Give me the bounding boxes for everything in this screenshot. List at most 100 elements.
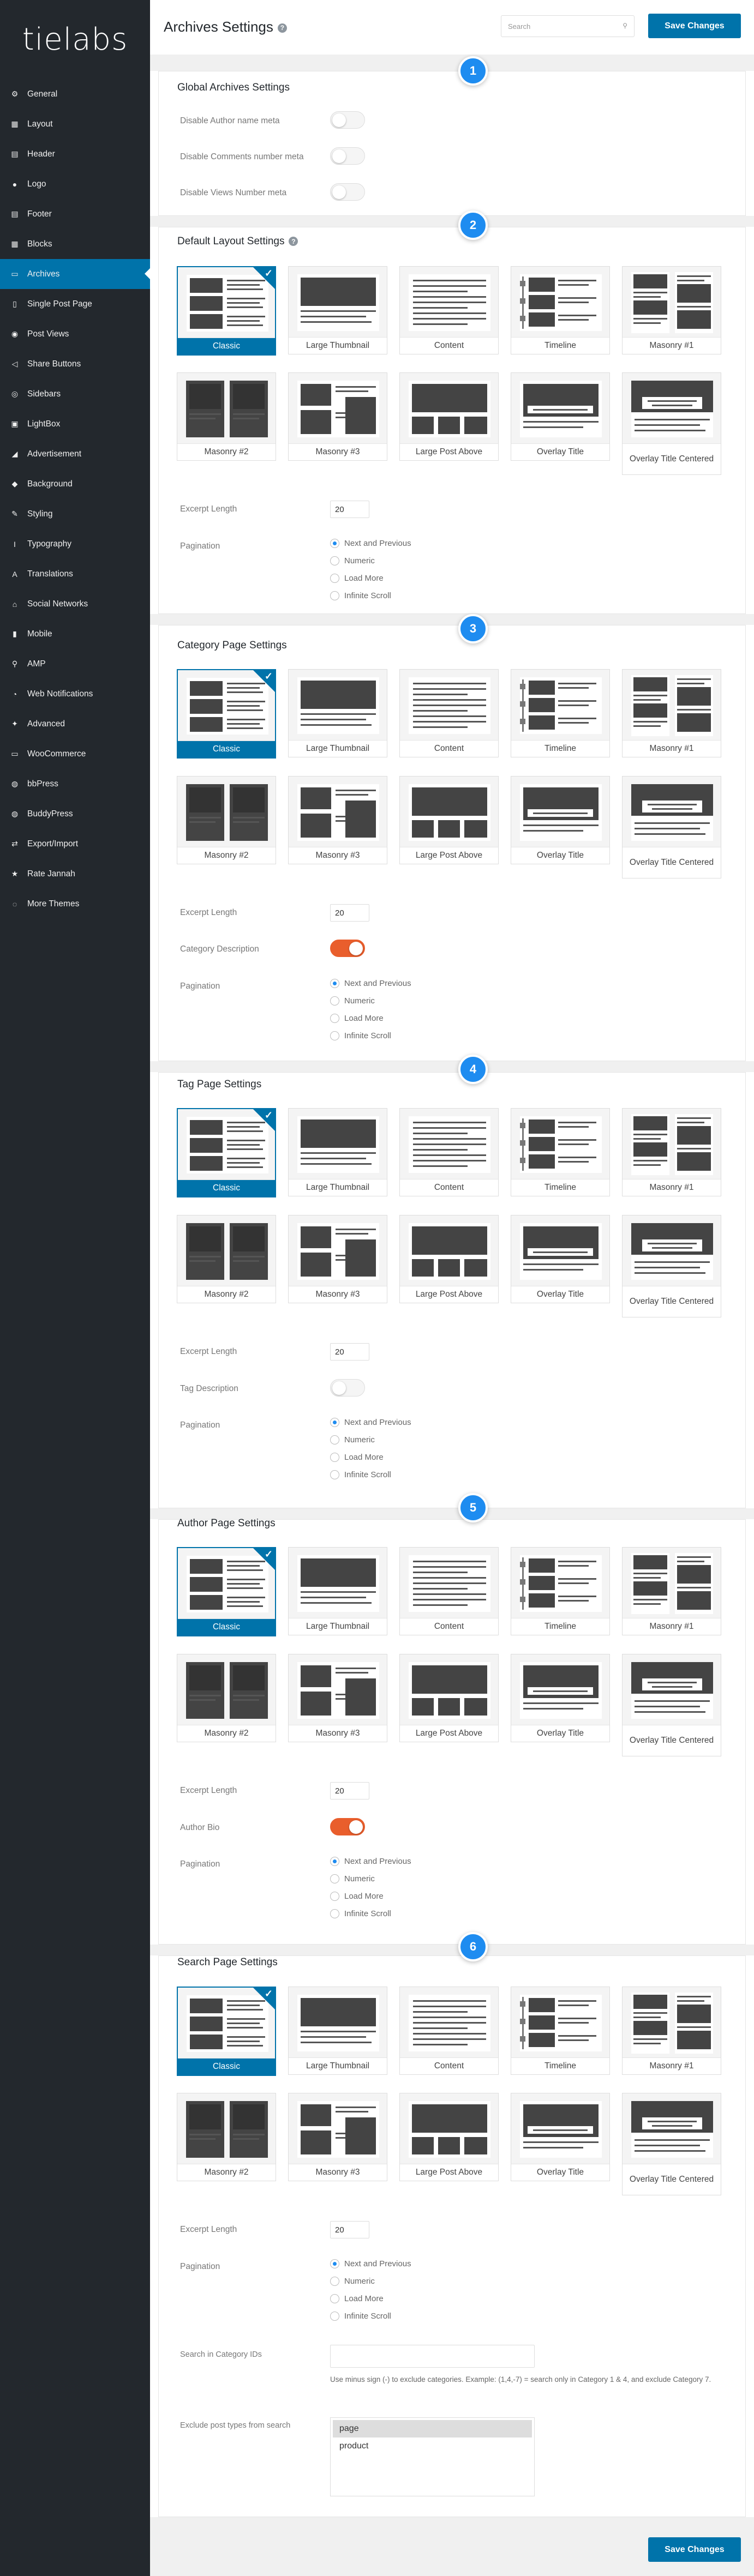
pagination-option-infinite-scroll[interactable]: Infinite Scroll: [330, 1909, 391, 1918]
layout-option-masonry-2[interactable]: Masonry #2: [177, 2093, 276, 2181]
toggle-switch[interactable]: [330, 147, 365, 165]
sidebar-item-social-networks[interactable]: ⌂ Social Networks: [0, 589, 150, 619]
layout-option-overlay-title-centered[interactable]: Overlay Title Centered: [622, 1654, 721, 1756]
pagination-option-next-and-previous[interactable]: Next and Previous: [330, 979, 411, 988]
layout-option-masonry-1[interactable]: Masonry #1: [622, 266, 721, 354]
pagination-option-next-and-previous[interactable]: Next and Previous: [330, 1857, 411, 1866]
excerpt-length-input[interactable]: 20: [330, 904, 369, 922]
save-changes-button-bottom[interactable]: Save Changes: [648, 2537, 741, 2562]
sidebar-item-advertisement[interactable]: ◢ Advertisement: [0, 439, 150, 469]
sidebar-item-background[interactable]: ◆ Background: [0, 469, 150, 499]
layout-option-overlay-title[interactable]: Overlay Title: [511, 2093, 610, 2181]
pagination-option-load-more[interactable]: Load More: [330, 2294, 384, 2303]
layout-option-classic[interactable]: ✓ Classic: [177, 1547, 276, 1636]
layout-option-overlay-title-centered[interactable]: Overlay Title Centered: [622, 2093, 721, 2195]
excerpt-length-input[interactable]: 20: [330, 2221, 369, 2238]
layout-option-content[interactable]: Content: [399, 266, 499, 354]
layout-option-timeline[interactable]: Timeline: [511, 266, 610, 354]
layout-option-large-post-above[interactable]: Large Post Above: [399, 776, 499, 864]
sidebar-item-logo[interactable]: ● Logo: [0, 169, 150, 199]
layout-option-content[interactable]: Content: [399, 1987, 499, 2075]
pagination-option-numeric[interactable]: Numeric: [330, 556, 375, 565]
sidebar-item-header[interactable]: ▤ Header: [0, 139, 150, 169]
pagination-option-infinite-scroll[interactable]: Infinite Scroll: [330, 591, 391, 600]
pagination-option-numeric[interactable]: Numeric: [330, 996, 375, 1006]
pagination-option-infinite-scroll[interactable]: Infinite Scroll: [330, 1470, 391, 1479]
layout-option-timeline[interactable]: Timeline: [511, 669, 610, 757]
layout-option-content[interactable]: Content: [399, 1108, 499, 1196]
save-changes-button[interactable]: Save Changes: [648, 14, 741, 38]
sidebar-item-advanced[interactable]: ✦ Advanced: [0, 709, 150, 739]
excerpt-length-input[interactable]: 20: [330, 1782, 369, 1799]
sidebar-item-rate-jannah[interactable]: ★ Rate Jannah: [0, 859, 150, 889]
help-icon[interactable]: ?: [289, 237, 298, 246]
sidebar-item-mobile[interactable]: ▮ Mobile: [0, 619, 150, 649]
layout-option-overlay-title-centered[interactable]: Overlay Title Centered: [622, 1215, 721, 1317]
pagination-option-load-more[interactable]: Load More: [330, 1453, 384, 1462]
sidebar-item-woocommerce[interactable]: ▭ WooCommerce: [0, 739, 150, 769]
category-description-toggle[interactable]: [330, 940, 365, 957]
pagination-option-numeric[interactable]: Numeric: [330, 1874, 375, 1883]
layout-option-large-post-above[interactable]: Large Post Above: [399, 372, 499, 461]
layout-option-overlay-title[interactable]: Overlay Title: [511, 372, 610, 461]
pagination-option-next-and-previous[interactable]: Next and Previous: [330, 539, 411, 548]
layout-option-masonry-1[interactable]: Masonry #1: [622, 1547, 721, 1635]
sidebar-item-translations[interactable]: A Translations: [0, 559, 150, 589]
layout-option-masonry-2[interactable]: Masonry #2: [177, 776, 276, 864]
layout-option-overlay-title[interactable]: Overlay Title: [511, 776, 610, 864]
sidebar-item-web-notifications[interactable]: ◔ Web Notifications: [0, 679, 150, 709]
sidebar-item-single-post-page[interactable]: ▯ Single Post Page: [0, 289, 150, 319]
layout-option-large-thumbnail[interactable]: Large Thumbnail: [288, 1547, 387, 1635]
tag-description-toggle[interactable]: [330, 1379, 365, 1397]
layout-option-large-post-above[interactable]: Large Post Above: [399, 2093, 499, 2181]
layout-option-overlay-title-centered[interactable]: Overlay Title Centered: [622, 776, 721, 878]
layout-option-masonry-3[interactable]: Masonry #3: [288, 1654, 387, 1742]
layout-option-large-post-above[interactable]: Large Post Above: [399, 1654, 499, 1742]
excerpt-length-input[interactable]: 20: [330, 501, 369, 518]
sidebar-item-lightbox[interactable]: ▣ LightBox: [0, 409, 150, 439]
post-type-option[interactable]: product: [333, 2437, 532, 2455]
layout-option-overlay-title[interactable]: Overlay Title: [511, 1654, 610, 1742]
sidebar-item-post-views[interactable]: ◉ Post Views: [0, 319, 150, 349]
toggle-switch[interactable]: [330, 111, 365, 129]
sidebar-item-share-buttons[interactable]: ◁ Share Buttons: [0, 349, 150, 379]
layout-option-classic[interactable]: ✓ Classic: [177, 1108, 276, 1197]
pagination-option-load-more[interactable]: Load More: [330, 574, 384, 583]
layout-option-overlay-title-centered[interactable]: Overlay Title Centered: [622, 372, 721, 475]
pagination-option-next-and-previous[interactable]: Next and Previous: [330, 1418, 411, 1427]
layout-option-masonry-2[interactable]: Masonry #2: [177, 1654, 276, 1742]
layout-option-classic[interactable]: ✓ Classic: [177, 1987, 276, 2076]
layout-option-masonry-1[interactable]: Masonry #1: [622, 1108, 721, 1196]
sidebar-item-layout[interactable]: ▦ Layout: [0, 109, 150, 139]
layout-option-large-thumbnail[interactable]: Large Thumbnail: [288, 266, 387, 354]
layout-option-large-thumbnail[interactable]: Large Thumbnail: [288, 669, 387, 757]
layout-option-timeline[interactable]: Timeline: [511, 1987, 610, 2075]
sidebar-item-sidebars[interactable]: ◎ Sidebars: [0, 379, 150, 409]
author-bio-toggle[interactable]: [330, 1818, 365, 1835]
help-icon[interactable]: ?: [277, 23, 287, 33]
sidebar-item-footer[interactable]: ▤ Footer: [0, 199, 150, 229]
sidebar-item-export-import[interactable]: ⇄ Export/Import: [0, 829, 150, 859]
post-type-option[interactable]: page: [333, 2420, 532, 2437]
search-category-ids-input[interactable]: [330, 2345, 535, 2368]
layout-option-timeline[interactable]: Timeline: [511, 1108, 610, 1196]
pagination-option-numeric[interactable]: Numeric: [330, 1435, 375, 1445]
layout-option-masonry-3[interactable]: Masonry #3: [288, 776, 387, 864]
layout-option-classic[interactable]: ✓ Classic: [177, 669, 276, 759]
layout-option-content[interactable]: Content: [399, 1547, 499, 1635]
layout-option-masonry-1[interactable]: Masonry #1: [622, 1987, 721, 2075]
layout-option-large-thumbnail[interactable]: Large Thumbnail: [288, 1987, 387, 2075]
pagination-option-load-more[interactable]: Load More: [330, 1892, 384, 1901]
layout-option-large-thumbnail[interactable]: Large Thumbnail: [288, 1108, 387, 1196]
toggle-switch[interactable]: [330, 183, 365, 201]
layout-option-masonry-3[interactable]: Masonry #3: [288, 2093, 387, 2181]
sidebar-item-general[interactable]: ⚙ General: [0, 79, 150, 109]
sidebar-item-styling[interactable]: ✎ Styling: [0, 499, 150, 529]
pagination-option-numeric[interactable]: Numeric: [330, 2277, 375, 2286]
pagination-option-load-more[interactable]: Load More: [330, 1014, 384, 1023]
sidebar-item-more-themes[interactable]: ◌ More Themes: [0, 889, 150, 919]
pagination-option-next-and-previous[interactable]: Next and Previous: [330, 2259, 411, 2268]
sidebar-item-bbpress[interactable]: ◍ bbPress: [0, 769, 150, 799]
layout-option-classic[interactable]: ✓ Classic: [177, 266, 276, 356]
layout-option-masonry-3[interactable]: Masonry #3: [288, 372, 387, 461]
